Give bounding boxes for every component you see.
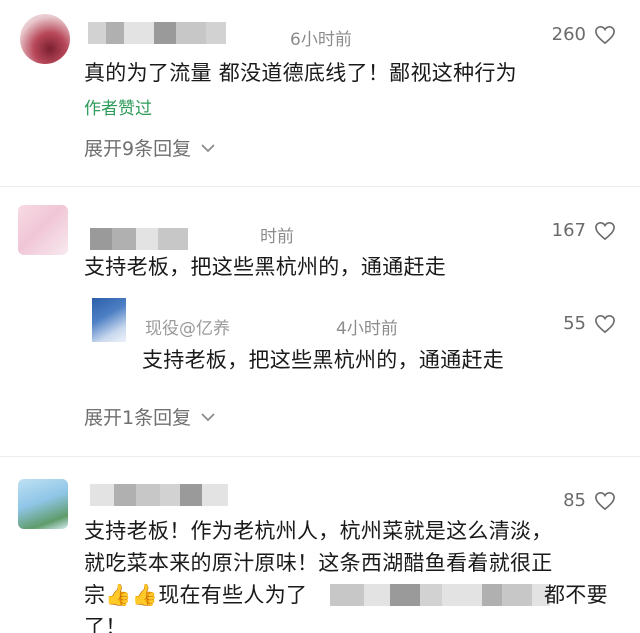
reply-text: 支持老板，把这些黑杭州的，通通赶走 <box>142 348 505 372</box>
like-count: 55 <box>563 313 586 334</box>
like-count: 85 <box>563 490 586 511</box>
chevron-down-icon <box>201 143 215 152</box>
avatar[interactable] <box>20 14 70 64</box>
divider <box>0 456 640 457</box>
expand-replies-label: 展开9条回复 <box>84 138 192 160</box>
comment-text: 支持老板，把这些黑杭州的，通通赶走 <box>84 255 447 279</box>
like-count: 167 <box>551 220 586 241</box>
like-count: 260 <box>551 24 586 45</box>
reply-avatar[interactable] <box>92 298 126 342</box>
username-obscured[interactable] <box>90 228 188 250</box>
comment-text-line: 了！ <box>84 615 127 633</box>
username-obscured[interactable] <box>88 22 226 44</box>
comment-text: 真的为了流量 都没道德底线了！鄙视这种行为 <box>84 61 517 85</box>
text-obscured <box>330 584 550 606</box>
heart-outline-icon <box>595 314 615 333</box>
comment-text-line: 都不要 <box>544 583 608 607</box>
comment-time: 时前 <box>260 227 294 247</box>
like-button[interactable]: 85 <box>563 490 616 511</box>
divider <box>0 186 640 187</box>
expand-replies-label: 展开1条回复 <box>84 407 192 429</box>
username-obscured[interactable] <box>90 484 228 506</box>
reply-time: 4小时前 <box>336 319 398 339</box>
heart-outline-icon <box>595 491 615 510</box>
reply-like-button[interactable]: 55 <box>563 313 616 334</box>
expand-replies-button[interactable]: 展开1条回复 <box>84 403 215 430</box>
comment-text-line: 宗👍👍现在有些人为了 <box>84 583 308 607</box>
avatar[interactable] <box>18 205 68 255</box>
like-button[interactable]: 260 <box>552 24 616 45</box>
comment-time: 6小时前 <box>290 30 352 50</box>
heart-outline-icon <box>595 221 615 240</box>
reply-username[interactable]: 现役@亿养 <box>145 314 230 339</box>
comment-text-line: 就吃菜本来的原汁原味！这条西湖醋鱼看着就很正 <box>84 551 553 575</box>
comment-text-line: 支持老板！作为老杭州人，杭州菜就是这么清淡， <box>84 519 553 543</box>
heart-outline-icon <box>595 25 615 44</box>
like-button[interactable]: 167 <box>552 220 616 241</box>
chevron-down-icon <box>201 412 215 421</box>
author-liked-badge: 作者赞过 <box>84 99 152 119</box>
expand-replies-button[interactable]: 展开9条回复 <box>84 134 215 161</box>
avatar[interactable] <box>18 479 68 529</box>
